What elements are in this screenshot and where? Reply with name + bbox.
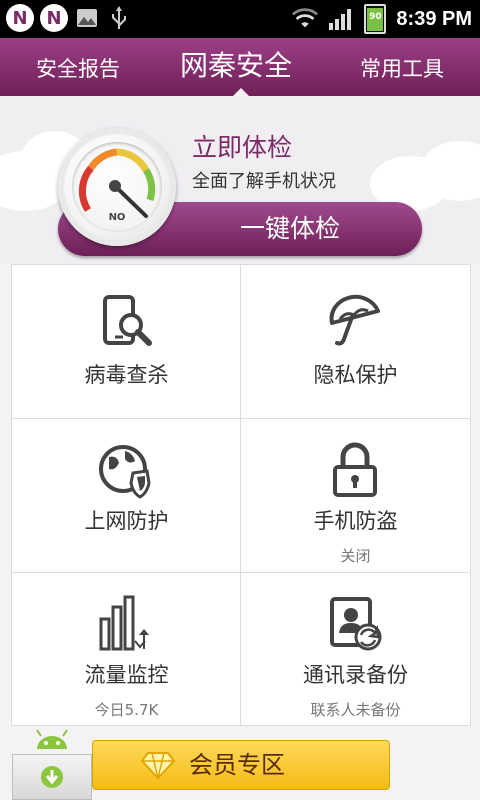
- feature-label: 病毒查杀: [84, 363, 169, 387]
- system-status: 90 8:39 PM: [292, 4, 472, 34]
- contacts-backup-icon: [330, 597, 382, 651]
- feature-label: 手机防盗: [313, 509, 398, 533]
- feature-traffic-monitor[interactable]: 流量监控 今日5.7K: [12, 573, 241, 727]
- gauge-arc: [78, 148, 156, 218]
- feature-contacts-backup[interactable]: 通讯录备份 联系人未备份: [241, 573, 470, 727]
- lock-icon: [333, 442, 377, 497]
- diamond-icon: [141, 752, 175, 779]
- feature-label: 通讯录备份: [303, 663, 408, 687]
- globe-shield-icon: [99, 445, 151, 499]
- usb-icon: [106, 5, 132, 31]
- wifi-icon: [292, 6, 319, 32]
- status-bar: N N 90 8:39 PM: [0, 0, 480, 38]
- gauge-label: NO: [108, 212, 126, 223]
- tab-security-report[interactable]: 安全报告: [36, 38, 120, 96]
- feature-anti-theft[interactable]: 手机防盗 关闭: [241, 419, 470, 573]
- feature-status: 今日5.7K: [94, 701, 159, 719]
- feature-status: 联系人未备份: [310, 701, 401, 719]
- gauge-icon[interactable]: NO: [58, 128, 176, 246]
- feature-label: 上网防护: [84, 509, 169, 533]
- feature-virus-scan[interactable]: 病毒查杀: [12, 265, 241, 419]
- n-notification-icon: N: [6, 4, 34, 32]
- hero-title[interactable]: 立即体检: [192, 128, 292, 164]
- hero-subtitle: 全面了解手机状况: [192, 171, 336, 192]
- umbrella-icon: [329, 294, 380, 346]
- battery-icon: 90: [364, 4, 387, 34]
- scan-button-label: 一键体检: [239, 214, 340, 243]
- traffic-bars-icon: [99, 595, 149, 651]
- feature-label: 隐私保护: [313, 363, 398, 387]
- feature-web-protection[interactable]: 上网防护: [12, 419, 241, 573]
- phone-search-icon: [103, 295, 152, 346]
- feature-grid: 病毒查杀 隐私保护 上网防护 手机防盗 关闭 流量监控 今日5.7K 通讯录备份…: [11, 264, 471, 727]
- feature-privacy-protection[interactable]: 隐私保护: [241, 265, 470, 419]
- battery-level: 90: [369, 12, 382, 22]
- vip-zone-button[interactable]: 会员专区: [92, 740, 390, 790]
- notification-icons: N N: [6, 4, 132, 32]
- tab-common-tools[interactable]: 常用工具: [360, 38, 444, 96]
- gallery-icon: [74, 5, 100, 31]
- feature-status: 关闭: [340, 547, 371, 565]
- clock: 8:39 PM: [396, 7, 472, 30]
- feature-label: 流量监控: [84, 663, 169, 687]
- signal-icon: [328, 6, 354, 32]
- android-download-icon[interactable]: [12, 729, 92, 800]
- vip-button-label: 会员专区: [189, 751, 285, 779]
- n-notification-icon: N: [40, 4, 68, 32]
